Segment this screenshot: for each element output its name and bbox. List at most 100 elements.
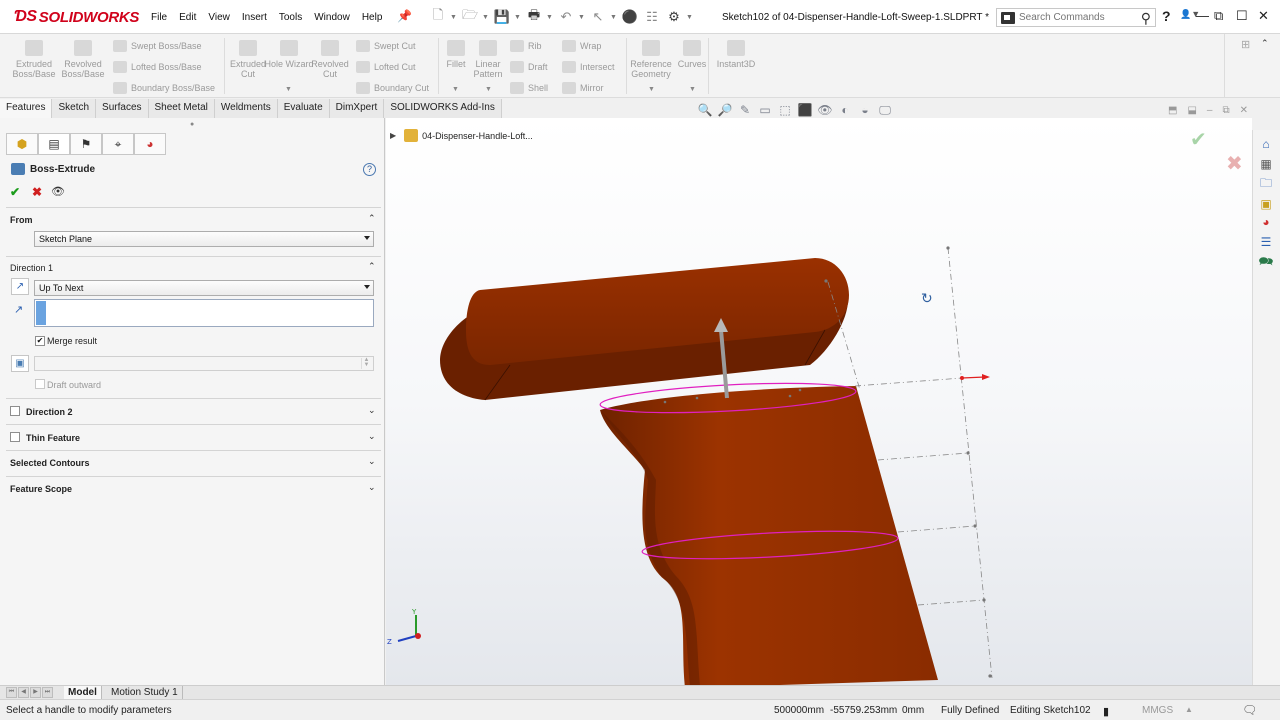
lofted-boss-button[interactable]: Lofted Boss/Base: [113, 61, 202, 73]
intersect-button[interactable]: Intersect: [562, 61, 615, 73]
featuremanager-tab-icon[interactable]: ⬢: [6, 133, 38, 155]
rebuild-indicator-icon[interactable]: ▮: [1103, 705, 1109, 718]
custom-properties-icon[interactable]: ☰: [1257, 234, 1275, 250]
collapse-chevron-icon[interactable]: ⌃: [368, 213, 376, 224]
view-settings-icon[interactable]: 🖵: [877, 102, 893, 118]
extruded-boss-button[interactable]: Extruded Boss/Base: [9, 40, 59, 79]
hide-show-items-icon[interactable]: 👁: [817, 102, 833, 118]
search-icon[interactable]: ⚲: [1141, 10, 1151, 27]
select-icon[interactable]: ↖: [588, 8, 608, 26]
direction2-group-title[interactable]: Direction 2: [26, 407, 73, 417]
displaymanager-tab-icon[interactable]: ◕: [134, 133, 166, 155]
forum-icon[interactable]: 🗪: [1257, 254, 1275, 270]
search-input[interactable]: [1019, 12, 1129, 23]
lofted-cut-button[interactable]: Lofted Cut: [356, 61, 416, 73]
spinner-icon[interactable]: ▲ ▼: [361, 357, 371, 369]
tab-surfaces[interactable]: Surfaces: [96, 99, 149, 118]
menu-view[interactable]: View: [202, 9, 236, 26]
from-select[interactable]: Sketch Plane: [34, 231, 374, 247]
search-scope-icon[interactable]: [1001, 11, 1015, 24]
units-dropdown-icon[interactable]: ▲: [1185, 705, 1193, 714]
propertymanager-tab-icon[interactable]: ▤: [38, 133, 70, 155]
draft-button[interactable]: Draft: [510, 61, 548, 73]
expand-chevron-icon[interactable]: ⌄: [368, 482, 376, 493]
preview-eye-icon[interactable]: 👁: [51, 185, 65, 198]
save-icon[interactable]: 💾: [492, 8, 512, 26]
new-document-icon[interactable]: 🗋: [428, 7, 448, 26]
restore-icon[interactable]: ⧉: [1214, 8, 1223, 24]
selected-contours-group-title[interactable]: Selected Contours: [10, 458, 90, 468]
curves-button[interactable]: Curves: [667, 40, 717, 69]
rib-button[interactable]: Rib: [510, 40, 542, 52]
apply-scene-icon[interactable]: ◒: [857, 102, 873, 118]
quick-tips-icon[interactable]: 🗨: [1242, 703, 1257, 717]
print-dropdown-icon[interactable]: ▼: [546, 8, 554, 26]
design-library-icon[interactable]: ▦: [1257, 156, 1275, 172]
pin-menu-icon[interactable]: 📌: [397, 9, 412, 23]
viewport-restore-icon[interactable]: ⧉: [1222, 105, 1229, 116]
file-explorer-icon[interactable]: 🗀: [1257, 176, 1275, 192]
options-dropdown-icon[interactable]: ▼: [686, 8, 694, 26]
viewport-close-icon[interactable]: ✕: [1240, 105, 1248, 116]
instant3d-button[interactable]: Instant3D: [711, 40, 761, 69]
end-condition-select[interactable]: Up To Next: [34, 280, 374, 296]
last-tab-icon[interactable]: ⏭: [42, 687, 53, 698]
merge-result-checkbox[interactable]: ✔: [35, 336, 45, 346]
undo-icon[interactable]: ↶: [556, 8, 576, 26]
shell-button[interactable]: Shell: [510, 82, 548, 94]
draft-angle-field[interactable]: ▲ ▼: [34, 356, 374, 371]
collapse-chevron-icon[interactable]: ⌃: [368, 261, 376, 272]
undo-dropdown-icon[interactable]: ▼: [578, 8, 586, 26]
expand-chevron-icon[interactable]: ⌄: [368, 405, 376, 416]
feature-scope-group-title[interactable]: Feature Scope: [10, 484, 72, 494]
tab-motion-study[interactable]: Motion Study 1: [107, 686, 183, 699]
unit-system[interactable]: MMGS: [1142, 705, 1173, 716]
fillet-dropdown-icon[interactable]: ▼: [452, 86, 459, 93]
close-icon[interactable]: ✕: [1258, 8, 1269, 24]
display-style-icon[interactable]: ⬛: [797, 102, 813, 118]
solidworks-resources-icon[interactable]: ⌂: [1257, 136, 1275, 152]
open-document-icon[interactable]: 🗁: [460, 7, 480, 26]
draft-angle-icon[interactable]: ▣: [11, 355, 29, 372]
curves-dropdown-icon[interactable]: ▼: [689, 86, 696, 93]
model-view[interactable]: ↻ Y Z ✔ ✖: [386, 118, 1252, 685]
appearances-icon[interactable]: ◕: [1257, 214, 1275, 230]
rebuild-icon[interactable]: ⚫: [620, 8, 640, 26]
menu-edit[interactable]: Edit: [173, 9, 202, 26]
help-icon[interactable]: ?: [363, 163, 376, 176]
pattern-dropdown-icon[interactable]: ▼: [485, 86, 492, 93]
revolved-boss-button[interactable]: Revolved Boss/Base: [58, 40, 108, 79]
save-dropdown-icon[interactable]: ▼: [514, 8, 522, 26]
boundary-cut-button[interactable]: Boundary Cut: [356, 82, 429, 94]
direction2-checkbox[interactable]: [10, 406, 20, 416]
collapse-ribbon-icon[interactable]: ⌃: [1261, 38, 1269, 49]
expand-chevron-icon[interactable]: ⌄: [368, 456, 376, 467]
dimxpertmanager-tab-icon[interactable]: ⌖: [102, 133, 134, 155]
thin-feature-checkbox[interactable]: [10, 432, 20, 442]
menu-file[interactable]: File: [145, 9, 173, 26]
direction-selection-field[interactable]: [34, 299, 374, 327]
confirm-ok-icon[interactable]: ✔: [1190, 127, 1207, 151]
customize-icon[interactable]: ⊞: [1241, 38, 1250, 51]
confirm-cancel-icon[interactable]: ✖: [1226, 151, 1243, 175]
revolved-cut-button[interactable]: Revolved Cut: [305, 40, 355, 79]
open-dropdown-icon[interactable]: ▼: [482, 8, 490, 26]
viewport-minimize-icon[interactable]: –: [1207, 105, 1213, 116]
previous-view-icon[interactable]: ✎: [737, 102, 753, 118]
direction1-group-title[interactable]: Direction 1: [10, 263, 53, 273]
thin-feature-group-title[interactable]: Thin Feature: [26, 433, 80, 443]
print-icon[interactable]: 🖶: [524, 7, 544, 26]
ok-button[interactable]: ✔: [10, 185, 20, 199]
view-orientation-icon[interactable]: ⬚: [777, 102, 793, 118]
tile-icon[interactable]: ⬒: [1168, 105, 1177, 116]
graphics-area[interactable]: ↻ Y Z ✔ ✖ ▶ 04-Dispenser-Handle-Loft...: [386, 118, 1252, 685]
panel-splitter-handle[interactable]: ●: [190, 121, 194, 128]
menu-help[interactable]: Help: [356, 9, 389, 26]
menu-tools[interactable]: Tools: [273, 9, 308, 26]
zoom-to-area-icon[interactable]: 🔎: [717, 102, 733, 118]
edit-appearance-icon[interactable]: ◐: [837, 102, 853, 118]
tab-dimxpert[interactable]: DimXpert: [329, 99, 385, 118]
prev-tab-icon[interactable]: ◀: [18, 687, 29, 698]
zoom-to-fit-icon[interactable]: 🔍: [697, 102, 713, 118]
menu-window[interactable]: Window: [308, 9, 356, 26]
